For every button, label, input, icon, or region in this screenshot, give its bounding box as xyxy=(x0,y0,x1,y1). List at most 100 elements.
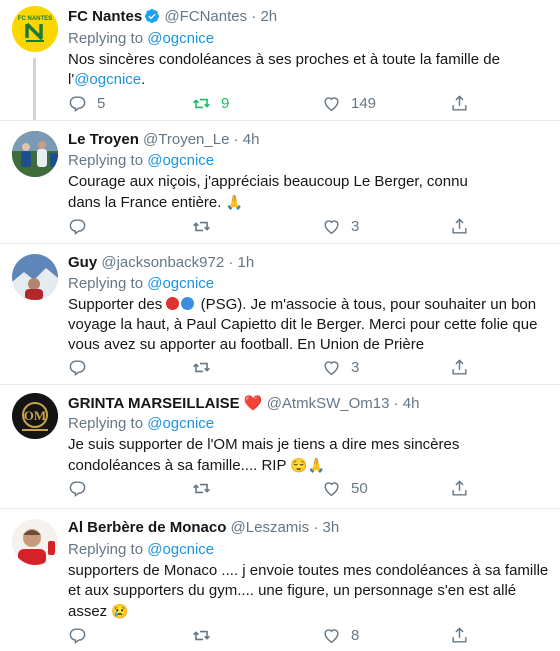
tweet[interactable]: OM GRINTA MARSEILLAISE ❤️ @AtmkSW_Om13 ·… xyxy=(0,385,560,508)
timestamp[interactable]: 3h xyxy=(322,519,339,536)
like-button[interactable]: 50 xyxy=(322,478,368,498)
share-icon xyxy=(452,217,467,234)
share-icon xyxy=(452,358,467,375)
reply-button[interactable] xyxy=(68,625,97,645)
like-button[interactable]: 3 xyxy=(322,357,359,377)
share-button[interactable] xyxy=(450,216,469,236)
retweet-icon xyxy=(193,98,210,108)
avatar[interactable]: OM xyxy=(12,393,58,439)
timestamp[interactable]: 2h xyxy=(260,8,277,25)
handle[interactable]: @AtmkSW_Om13 xyxy=(267,395,390,412)
share-icon xyxy=(452,94,467,111)
handle[interactable]: @jacksonback972 xyxy=(101,254,224,271)
retweet-button[interactable] xyxy=(192,625,221,645)
like-count: 149 xyxy=(351,94,377,112)
like-button[interactable]: 149 xyxy=(322,93,376,113)
fc-nantes-logo: FC NANTES xyxy=(12,6,58,52)
mention-link[interactable]: @ogcnice xyxy=(74,71,141,88)
heart-icon xyxy=(324,360,339,375)
share-icon xyxy=(452,626,467,643)
reply-button[interactable] xyxy=(68,478,97,498)
share-icon xyxy=(452,479,467,496)
heart-icon xyxy=(324,481,339,496)
tweet-text: Supporter des (PSG). Je m'associe à tous… xyxy=(68,295,548,355)
reply-icon xyxy=(69,480,86,497)
avatar[interactable] xyxy=(12,254,58,300)
crying-emoji: 😢 xyxy=(111,603,129,619)
retweet-button[interactable] xyxy=(192,478,221,498)
replying-to-mention[interactable]: @ogcnice xyxy=(147,152,214,169)
retweet-count: 9 xyxy=(221,94,230,112)
share-button[interactable] xyxy=(450,478,469,498)
tweet[interactable]: Le Troyen @Troyen_Le · 4h Replying to @o… xyxy=(0,121,560,243)
display-name[interactable]: FC Nantes xyxy=(68,8,142,25)
replying-to-mention[interactable]: @ogcnice xyxy=(147,30,214,47)
replying-to: Replying to @ogcnice xyxy=(68,415,214,433)
separator: · xyxy=(233,131,239,148)
blue-circle-emoji xyxy=(181,297,195,310)
tweet-text: Courage aux niçois, j'appréciais beaucou… xyxy=(68,172,498,213)
replying-label: Replying to xyxy=(68,152,144,169)
handle[interactable]: @Leszamis xyxy=(231,519,310,536)
replying-label: Replying to xyxy=(68,541,144,558)
reply-icon xyxy=(69,627,86,644)
heart-emoji: ❤️ xyxy=(243,395,263,412)
avatar[interactable] xyxy=(12,131,58,177)
display-name[interactable]: Le Troyen xyxy=(68,131,139,148)
replying-to-mention[interactable]: @ogcnice xyxy=(147,541,214,558)
reply-button[interactable]: 5 xyxy=(68,93,105,113)
svg-text:OM: OM xyxy=(24,408,46,423)
separator: · xyxy=(251,8,257,25)
tweet[interactable]: Al Berbère de Monaco @Leszamis · 3h Repl… xyxy=(0,509,560,651)
reply-button[interactable] xyxy=(68,357,97,377)
separator: · xyxy=(393,395,399,412)
retweet-icon xyxy=(193,362,210,372)
handle[interactable]: @FCNantes xyxy=(164,8,247,25)
retweet-button[interactable] xyxy=(192,216,221,236)
tweet-header: Guy @jacksonback972 · 1h xyxy=(68,254,254,272)
retweet-icon xyxy=(193,221,210,231)
reply-icon xyxy=(69,95,86,112)
display-name[interactable]: Guy xyxy=(68,254,97,271)
display-name[interactable]: GRINTA MARSEILLAISE xyxy=(68,395,240,412)
heart-icon xyxy=(324,96,339,111)
share-button[interactable] xyxy=(450,357,469,377)
tweet-text-part: supporters de Monaco .... j envoie toute… xyxy=(68,562,549,620)
like-count: 50 xyxy=(351,479,368,497)
share-button[interactable] xyxy=(450,625,469,645)
replying-to-mention[interactable]: @ogcnice xyxy=(147,415,214,432)
retweet-button[interactable]: 9 xyxy=(192,93,229,113)
replying-to: Replying to @ogcnice xyxy=(68,275,214,293)
timestamp[interactable]: 1h xyxy=(238,254,255,271)
avatar[interactable]: FC NANTES xyxy=(12,6,58,52)
red-circle-emoji xyxy=(166,297,180,310)
tweet-text: Je suis supporter de l'OM mais je tiens … xyxy=(68,435,548,476)
replying-to-mention[interactable]: @ogcnice xyxy=(147,275,214,292)
display-name[interactable]: Al Berbère de Monaco xyxy=(68,519,226,536)
replying-to: Replying to @ogcnice xyxy=(68,152,214,170)
mountain-photo xyxy=(12,254,58,300)
tweet-text-part: Je suis supporter de l'OM mais je tiens … xyxy=(68,436,460,474)
heart-icon xyxy=(324,628,339,643)
reply-icon xyxy=(69,359,86,376)
retweet-button[interactable] xyxy=(192,357,221,377)
tweet-header: GRINTA MARSEILLAISE ❤️ @AtmkSW_Om13 · 4h xyxy=(68,395,419,413)
timestamp[interactable]: 4h xyxy=(243,131,260,148)
tweet[interactable]: FC NANTES FC Nantes @FCNantes · 2h Reply… xyxy=(0,0,560,120)
tweet-header: Le Troyen @Troyen_Le · 4h xyxy=(68,131,259,149)
retweet-icon xyxy=(193,630,210,640)
reply-icon xyxy=(69,218,86,235)
tweet-text-part: Supporter des xyxy=(68,296,163,313)
timestamp[interactable]: 4h xyxy=(403,395,420,412)
share-button[interactable] xyxy=(450,93,469,113)
separator: · xyxy=(228,254,234,271)
like-button[interactable]: 3 xyxy=(322,216,359,236)
like-button[interactable]: 8 xyxy=(322,625,359,645)
avatar[interactable] xyxy=(12,519,58,565)
handle[interactable]: @Troyen_Le xyxy=(143,131,229,148)
heart-icon xyxy=(324,219,339,234)
like-count: 3 xyxy=(351,217,360,235)
reply-button[interactable] xyxy=(68,216,97,236)
svg-text:FC NANTES: FC NANTES xyxy=(18,16,52,22)
tweet[interactable]: Guy @jacksonback972 · 1h Replying to @og… xyxy=(0,244,560,384)
